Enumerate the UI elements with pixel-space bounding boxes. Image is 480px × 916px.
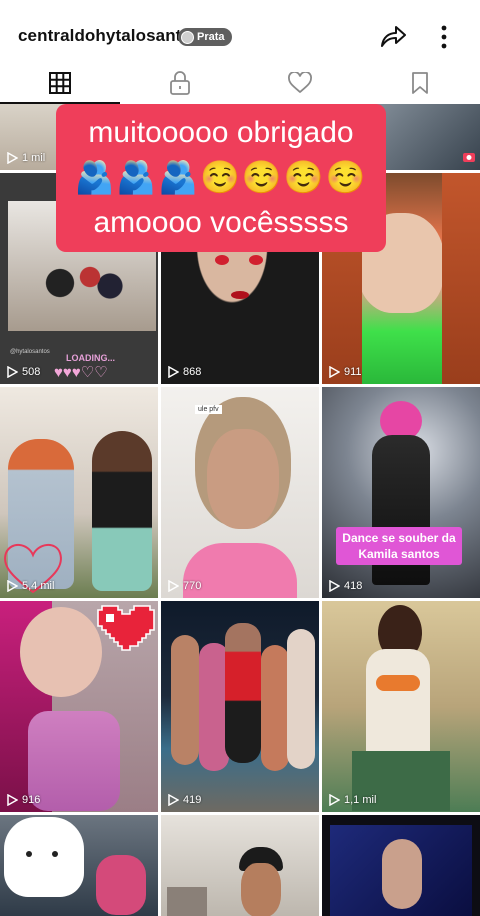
video-thumbnail[interactable]: 5,4 mil xyxy=(0,387,158,598)
video-thumbnail[interactable] xyxy=(0,815,158,916)
play-icon xyxy=(168,366,179,378)
video-thumbnail[interactable]: ule pfv 770 xyxy=(161,387,319,598)
view-count: 1,1 mil xyxy=(328,794,376,806)
more-vertical-icon[interactable] xyxy=(434,22,454,52)
view-count: 5,4 mil xyxy=(6,580,54,592)
video-thumbnail[interactable]: 916 xyxy=(0,601,158,812)
pixel-heart-icon xyxy=(97,605,155,651)
play-icon xyxy=(329,366,340,378)
overlay-loading: LOADING... xyxy=(66,353,115,363)
play-icon xyxy=(7,366,18,378)
tier-badge[interactable]: Prata xyxy=(178,28,232,46)
video-thumbnail[interactable]: 1,1 mil xyxy=(322,601,480,812)
video-thumbnail[interactable] xyxy=(161,815,319,916)
banner-line-3: amoooo vocêsssss xyxy=(93,206,349,239)
profile-username: centraldohytalosants xyxy=(18,26,191,45)
view-count: 911 xyxy=(328,366,362,378)
overlay-handle: @hytalosantos xyxy=(10,349,50,355)
overlay-message-banner: muitooooo obrigado 🫂🫂🫂☺️☺️☺️☺️ amoooo vo… xyxy=(56,104,386,252)
cat-sticker-icon xyxy=(4,817,84,897)
view-count: 1 mil xyxy=(6,152,45,164)
view-count: 508 xyxy=(6,366,40,378)
video-thumbnail[interactable] xyxy=(322,815,480,916)
video-thumbnail[interactable]: Dance se souber da Kamila santos 418 xyxy=(322,387,480,598)
profile-header: centraldohytalosants Prata xyxy=(0,0,480,70)
coin-icon xyxy=(181,30,194,44)
banner-line-2: 🫂🫂🫂☺️☺️☺️☺️ xyxy=(74,159,368,195)
play-icon xyxy=(168,580,179,592)
play-icon xyxy=(329,794,340,806)
heart-icon xyxy=(288,72,312,94)
tab-posts[interactable] xyxy=(0,62,120,104)
tier-badge-label: Prata xyxy=(197,31,225,43)
play-icon xyxy=(7,152,18,164)
view-count: 770 xyxy=(167,580,201,592)
video-caption: Dance se souber da Kamila santos xyxy=(336,527,462,565)
bookmark-icon xyxy=(412,72,428,94)
play-icon xyxy=(168,794,179,806)
lock-icon xyxy=(170,71,190,95)
view-count: 419 xyxy=(167,794,201,806)
view-count: 916 xyxy=(6,794,40,806)
share-arrow-icon[interactable] xyxy=(378,22,408,50)
grid-icon xyxy=(49,72,71,94)
tab-saved[interactable] xyxy=(360,62,480,104)
video-thumbnail[interactable]: 419 xyxy=(161,601,319,812)
view-count: 868 xyxy=(167,366,201,378)
play-icon xyxy=(329,580,340,592)
tab-private[interactable] xyxy=(120,62,240,104)
overlay-partial-caption: ule pfv xyxy=(195,405,222,414)
recording-icon xyxy=(463,153,475,162)
view-count: 418 xyxy=(328,580,362,592)
banner-line-1: muitooooo obrigado xyxy=(88,116,354,149)
heart-row-icon: ♥♥♥♡♡ xyxy=(54,364,108,381)
tab-liked[interactable] xyxy=(240,62,360,104)
play-icon xyxy=(7,794,18,806)
profile-tabs xyxy=(0,62,480,104)
play-icon xyxy=(7,580,18,592)
